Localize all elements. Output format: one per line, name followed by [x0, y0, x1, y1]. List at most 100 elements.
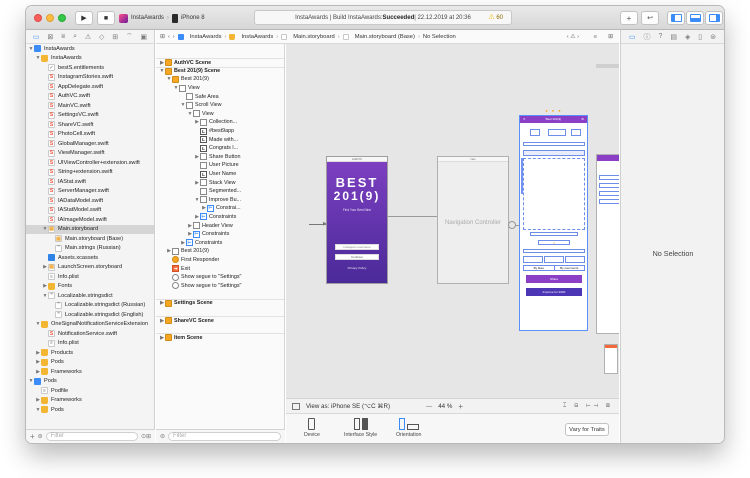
storyboard-canvas[interactable]: ▶ AuthVC BEST 201(9) Find Your Best Nine… [286, 44, 619, 398]
outline-item[interactable]: ▶ Collection... [156, 118, 284, 127]
add-editor-icon[interactable]: ⊞ [608, 34, 613, 40]
issue-navigation-icon[interactable]: ‹ ⚠ › [567, 34, 579, 40]
autolayout-buttons-icon[interactable]: ⌶ ⊟ ⊢⊣ ⊠ [563, 402, 613, 410]
interface-style-selector[interactable]: Interface Style [344, 418, 377, 438]
file-tree-item[interactable]: S ViewManager.swift [26, 149, 154, 159]
file-tree-item[interactable]: ▼ ▤ Main.storyboard [26, 224, 154, 234]
file-tree-item[interactable]: " Main.strings (Russian) [26, 244, 154, 254]
file-tree-item[interactable]: " Localizable.stringsdict (Russian) [26, 301, 154, 311]
stop-button[interactable]: ■ [97, 11, 115, 25]
zoom-in-button[interactable]: + [458, 402, 463, 411]
share-scene-partial[interactable] [604, 344, 618, 374]
outline-item[interactable]: L Congrats l... [156, 144, 284, 153]
inspector-tab-1-icon[interactable]: ⓘ [644, 32, 651, 42]
outline-toggle-icon[interactable] [292, 402, 300, 410]
device-selector[interactable]: Device [304, 418, 320, 438]
file-tree-item[interactable]: S IADataModel.swift [26, 196, 154, 206]
breadcrumb-localization[interactable]: Main.storyboard (Base) [355, 34, 415, 40]
file-tree-item[interactable]: S NotificationService.swift [26, 329, 154, 339]
inspector-tab-5-icon[interactable]: ▯ [698, 33, 702, 41]
outline-item[interactable]: User Picture [156, 161, 284, 170]
navigator-tab-6-icon[interactable]: ⊞ [112, 33, 118, 41]
close-window-button[interactable] [34, 14, 42, 22]
outline-item[interactable]: ▼ Best 201(9) [156, 75, 284, 84]
editor-options-icon[interactable]: ≡ [594, 34, 597, 40]
view-as-label[interactable]: View as: iPhone SE (⌥C ⌘R) [306, 403, 390, 410]
file-tree-item[interactable]: ▼ OneSignalNotificationServiceExtension [26, 320, 154, 330]
outline-item[interactable]: ▶ ⊢ Constraints [156, 230, 284, 239]
file-tree-item[interactable]: ▶ Pods [26, 358, 154, 368]
breadcrumb-project[interactable]: InstaAwards [190, 34, 222, 40]
file-tree-item[interactable]: ✓ bestS.entitlements [26, 63, 154, 73]
inspector-tab-4-icon[interactable]: ◈ [685, 33, 690, 41]
file-tree-item[interactable]: S ShareVC.swift [26, 120, 154, 130]
outline-item[interactable]: ▼ Scroll View [156, 101, 284, 110]
inspector-tab-2-icon[interactable]: ? [659, 33, 663, 40]
outline-item[interactable]: L User Name [156, 170, 284, 179]
filter-icon[interactable]: ⊜ [160, 433, 165, 440]
item-scene-partial[interactable] [596, 64, 619, 68]
outline-item[interactable]: ▼ View [156, 110, 284, 119]
navigator-tab-4-icon[interactable]: ⚠ [85, 33, 91, 41]
file-tree-item[interactable]: " Localizable.stringsdict (English) [26, 310, 154, 320]
file-tree-item[interactable]: ▤ Main.storyboard (Base) [26, 234, 154, 244]
file-tree-item[interactable]: ≡ Info.plist [26, 339, 154, 349]
outline-item[interactable]: Show segue to "Settings" [156, 281, 284, 290]
back-icon[interactable]: ‹ [168, 34, 170, 40]
warnings-badge[interactable]: ⚠ 60 [488, 13, 503, 21]
outline-item[interactable]: First Responder [156, 256, 284, 265]
outline-item[interactable]: Safe Area [156, 92, 284, 101]
file-tree-item[interactable]: ▼ " Localizable.stringsdict [26, 291, 154, 301]
file-tree-item[interactable]: ▼ InstaAwards [26, 54, 154, 64]
toggle-inspector-button[interactable] [705, 11, 723, 25]
navigator-tab-7-icon[interactable]: ⌔ [126, 32, 133, 41]
file-tree-item[interactable]: S IAStat.swift [26, 177, 154, 187]
file-tree-item[interactable]: S ServerManager.swift [26, 187, 154, 197]
toggle-navigator-button[interactable] [667, 11, 685, 25]
navigation-controller-scene[interactable]: Nav Navigation Controller [437, 156, 509, 284]
outline-item[interactable]: ▶ ShareVC Scene [156, 315, 284, 325]
file-tree-item[interactable]: S AuthVC.swift [26, 92, 154, 102]
file-tree-item[interactable]: S IAImageModel.swift [26, 215, 154, 225]
orientation-selector[interactable]: Orientation [396, 418, 421, 438]
library-button[interactable]: + [620, 11, 638, 25]
file-tree-item[interactable]: S MainVC.swift [26, 101, 154, 111]
outline-item[interactable]: ▶ Settings Scene [156, 298, 284, 308]
file-tree-item[interactable]: S AppDelegate.swift [26, 82, 154, 92]
main-scene[interactable]: ✕ Best 201(9) ⚙ ⌂ By likes By comments Shar… [519, 115, 588, 331]
navigator-filter-input[interactable]: Filter [45, 432, 138, 441]
navigator-tab-0-icon[interactable]: ▭ [33, 33, 40, 41]
file-tree-item[interactable]: ▼ Pods [26, 377, 154, 387]
zoom-window-button[interactable] [58, 14, 66, 22]
navigator-tab-1-icon[interactable]: ⊠ [47, 33, 53, 41]
outline-item[interactable]: ▶ Best 201(9) [156, 247, 284, 256]
file-tree-item[interactable]: ▼ Pods [26, 405, 154, 415]
file-tree-item[interactable]: S UIViewController+extension.swift [26, 158, 154, 168]
outline-item[interactable]: ▼ View [156, 84, 284, 93]
outline-item[interactable]: L Made with... [156, 135, 284, 144]
file-tree-item[interactable]: ≡ Info.plist [26, 272, 154, 282]
scheme-selector[interactable]: InstaAwards › iPhone 8 [119, 11, 205, 25]
inspector-tab-6-icon[interactable]: ⊜ [710, 33, 716, 41]
inspector-tab-3-icon[interactable]: ▤ [670, 33, 677, 41]
toggle-debug-area-button[interactable] [686, 11, 704, 25]
outline-item[interactable]: L #best9app [156, 127, 284, 136]
file-tree-item[interactable]: ▶ Frameworks [26, 367, 154, 377]
outline-item[interactable]: ▶ Item Scene [156, 333, 284, 342]
file-tree-item[interactable]: ▶ Frameworks [26, 396, 154, 406]
file-tree-item[interactable]: ▶ ▤ LaunchScreen.storyboard [26, 263, 154, 273]
file-tree-item[interactable]: ▶ Products [26, 348, 154, 358]
file-tree-item[interactable]: ▶ Fonts [26, 282, 154, 292]
filter-icon[interactable]: ⊜ [38, 433, 43, 440]
auth-scene[interactable]: AuthVC BEST 201(9) Find Your Best Nine I… [326, 156, 388, 284]
recent-files-icon[interactable]: ⊙⊞ [141, 433, 151, 440]
inspector-tab-0-icon[interactable]: ▭ [629, 33, 636, 41]
file-tree-item[interactable]: S InstagramStories.swift [26, 73, 154, 83]
navigator-tab-5-icon[interactable]: ◇ [99, 33, 104, 41]
outline-item[interactable]: ▼ Best 201(9) Scene [156, 66, 284, 76]
file-tree-item[interactable]: S String+extension.swift [26, 168, 154, 178]
file-tree-item[interactable]: S IAStatModel.swift [26, 206, 154, 216]
outline-item[interactable]: ▶ Stack View [156, 178, 284, 187]
breadcrumb-group[interactable]: InstaAwards [241, 34, 273, 40]
outline-item[interactable]: ▶ ⊢ Constrai... [156, 204, 284, 213]
